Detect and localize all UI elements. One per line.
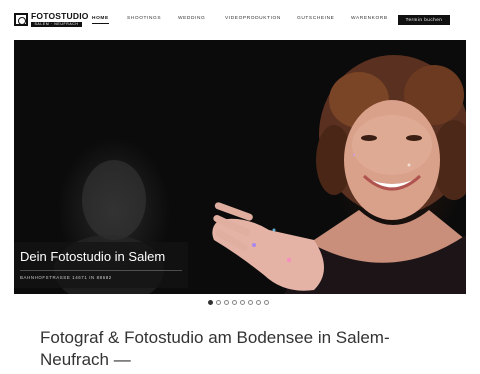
slider-dot-7[interactable] <box>256 300 261 305</box>
nav-home[interactable]: Home <box>92 15 109 24</box>
nav-warenkorb[interactable]: Warenkorb <box>351 15 388 23</box>
slider-dot-4[interactable] <box>232 300 237 305</box>
slider-dot-8[interactable] <box>264 300 269 305</box>
slider-dot-6[interactable] <box>248 300 253 305</box>
nav-wedding[interactable]: Wedding <box>178 15 205 23</box>
page-headline: Fotograf & Fotostudio am Bodensee in Sal… <box>40 328 390 369</box>
slider-dot-2[interactable] <box>216 300 221 305</box>
nav-shootings[interactable]: Shootings <box>127 15 161 23</box>
hero-caption: Dein Fotostudio in Salem Bahnhofstraße 1… <box>14 242 188 288</box>
slider-dot-3[interactable] <box>224 300 229 305</box>
caption-divider <box>20 270 182 271</box>
book-appointment-button[interactable]: Termin buchen <box>398 15 450 25</box>
nav-gutscheine[interactable]: Gutscheine <box>297 15 334 23</box>
slider-dot-5[interactable] <box>240 300 245 305</box>
nav-videoproduktion[interactable]: Videoproduktion <box>225 15 281 23</box>
site-header: FOTOSTUDIO SALEM · NEUFRACH Home Shootin… <box>0 0 480 40</box>
hero-title: Dein Fotostudio in Salem <box>20 249 166 264</box>
slider-dot-1[interactable] <box>208 300 213 305</box>
hero-address: Bahnhofstraße 14671 in 88682 <box>20 275 112 280</box>
